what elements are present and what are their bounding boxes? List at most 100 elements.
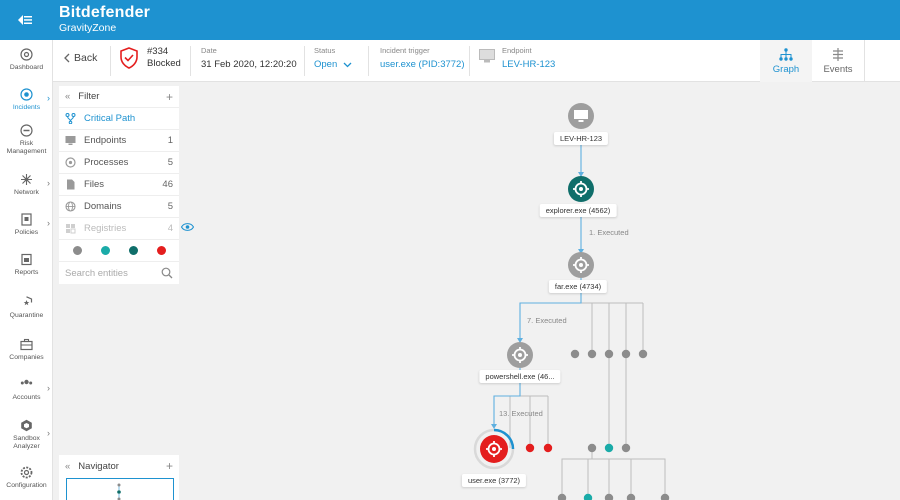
divider — [368, 46, 369, 76]
graph-small-node[interactable] — [604, 349, 614, 359]
sidebar-item-risk[interactable]: Risk Management — [0, 120, 53, 160]
graph-small-node[interactable] — [638, 349, 648, 359]
add-filter-icon[interactable]: + — [166, 90, 173, 104]
sidebar-item-reports[interactable]: Reports — [0, 245, 53, 285]
graph-small-node[interactable] — [587, 349, 597, 359]
status-dropdown[interactable]: Open — [314, 58, 352, 72]
color-filter-dots — [59, 240, 179, 262]
collapse-filter-icon[interactable]: « — [65, 91, 70, 102]
graph-small-node[interactable] — [621, 349, 631, 359]
navigator-panel: « Navigator + — [59, 455, 179, 500]
sidebar-item-incidents[interactable]: Incidents › — [0, 80, 53, 120]
graph-small-node[interactable] — [660, 493, 670, 500]
graph-edges-gray — [509, 278, 666, 500]
tab-events-label: Events — [823, 63, 853, 75]
back-button[interactable]: Back — [63, 52, 97, 64]
graph-node-far[interactable] — [568, 252, 594, 278]
graph-node-endpoint[interactable] — [568, 103, 594, 129]
sidebar-item-label: Companies — [9, 354, 44, 361]
edge-label: 13. Executed — [499, 409, 543, 418]
graph-small-node[interactable] — [557, 493, 567, 500]
sidebar-item-quarantine[interactable]: Quarantine — [0, 288, 53, 328]
divider — [110, 46, 111, 76]
accounts-icon — [20, 378, 33, 391]
graph-small-node[interactable] — [570, 349, 580, 359]
filter-row-count: 4 — [167, 223, 173, 234]
graph-small-node[interactable] — [525, 443, 535, 453]
tab-graph[interactable]: Graph — [760, 40, 812, 82]
node-label-user: user.exe (3772) — [461, 474, 527, 487]
brand-name: Bitdefender — [59, 4, 151, 21]
navigator-title: Navigator — [78, 460, 119, 472]
graph-canvas[interactable]: LEV-HR-123 explorer.exe (4562) far.exe (… — [190, 82, 900, 500]
filter-title: Filter — [78, 91, 100, 102]
policies-icon — [20, 213, 33, 226]
collapse-navigator-icon[interactable]: « — [65, 461, 70, 472]
trigger-link[interactable]: user.exe (PID:3772) — [380, 58, 465, 72]
graph-node-user[interactable] — [473, 428, 515, 470]
sidebar-item-policies[interactable]: Policies › — [0, 205, 53, 245]
sidebar-item-network[interactable]: Network › — [0, 165, 53, 205]
companies-icon — [20, 338, 33, 351]
sidebar-item-accounts[interactable]: Accounts › — [0, 370, 53, 410]
graph-node-powershell[interactable] — [507, 342, 533, 368]
color-filter-dot[interactable] — [100, 246, 110, 255]
globe-icon — [65, 201, 76, 212]
node-label-endpoint: LEV-HR-123 — [553, 132, 609, 145]
graph-small-node[interactable] — [626, 493, 636, 500]
sidebar-item-configuration[interactable]: Configuration — [0, 458, 53, 498]
registry-icon — [66, 224, 76, 234]
filter-row-domains[interactable]: Domains 5 — [59, 196, 179, 218]
search-input[interactable] — [65, 267, 155, 279]
color-filter-dot[interactable] — [72, 246, 82, 255]
graph-small-node[interactable] — [604, 493, 614, 500]
date-label: Date — [201, 46, 217, 55]
trigger-field: Incident trigger user.exe (PID:3772) — [380, 46, 465, 72]
graph-small-node[interactable] — [543, 443, 553, 453]
node-label-far: far.exe (4734) — [548, 280, 608, 293]
collapse-menu-icon[interactable] — [0, 0, 50, 40]
tab-events[interactable]: Events — [812, 40, 864, 82]
color-filter-dot[interactable] — [128, 246, 138, 255]
brand-logo: Bitdefender GravityZone — [59, 4, 150, 34]
graph-small-node[interactable] — [621, 443, 631, 453]
node-label-powershell: powershell.exe (46... — [479, 370, 561, 383]
search-icon[interactable] — [161, 267, 173, 279]
filter-row-processes[interactable]: Processes 5 — [59, 152, 179, 174]
minimap-graph — [117, 483, 121, 500]
critical-path-toggle[interactable]: Critical Path — [59, 108, 179, 130]
graph-small-node[interactable] — [604, 443, 614, 453]
chevron-right-icon: › — [47, 218, 50, 228]
filter-row-count: 1 — [167, 135, 173, 146]
filter-row-registries[interactable]: Registries 4 — [59, 218, 179, 240]
sidebar: Dashboard Incidents › Risk Management Networ… — [0, 40, 53, 500]
graph-small-node[interactable] — [583, 493, 593, 500]
sidebar-item-dashboard[interactable]: Dashboard — [0, 40, 53, 80]
date-field: Date 31 Feb 2020, 12:20:20 — [201, 46, 297, 72]
endpoint-link[interactable]: LEV-HR-123 — [502, 58, 555, 72]
tab-graph-label: Graph — [772, 63, 800, 75]
status-label: Status — [314, 46, 336, 55]
node-label-explorer: explorer.exe (4562) — [539, 204, 617, 217]
filter-row-label: Processes — [84, 157, 129, 168]
top-bar: Bitdefender GravityZone — [0, 0, 900, 40]
divider — [469, 46, 470, 76]
configuration-icon — [20, 466, 33, 479]
incident-number: #334 — [147, 46, 169, 57]
back-label: Back — [74, 52, 98, 64]
chevron-right-icon: › — [47, 178, 50, 188]
divider — [304, 46, 305, 76]
graph-node-explorer[interactable] — [568, 176, 594, 202]
navigator-minimap[interactable] — [66, 478, 174, 500]
sidebar-item-label: Reports — [14, 269, 39, 276]
filter-row-label: Domains — [84, 201, 122, 212]
sidebar-item-companies[interactable]: Companies — [0, 330, 53, 370]
branch-icon — [65, 113, 76, 124]
filter-row-endpoints[interactable]: Endpoints 1 — [59, 130, 179, 152]
graph-small-node[interactable] — [587, 443, 597, 453]
endpoint-field: Endpoint LEV-HR-123 — [502, 46, 555, 72]
color-filter-dot[interactable] — [156, 246, 166, 255]
sidebar-item-sandbox[interactable]: Sandbox Analyzer › — [0, 415, 53, 455]
expand-navigator-icon[interactable]: + — [166, 459, 173, 473]
filter-row-files[interactable]: Files 46 — [59, 174, 179, 196]
